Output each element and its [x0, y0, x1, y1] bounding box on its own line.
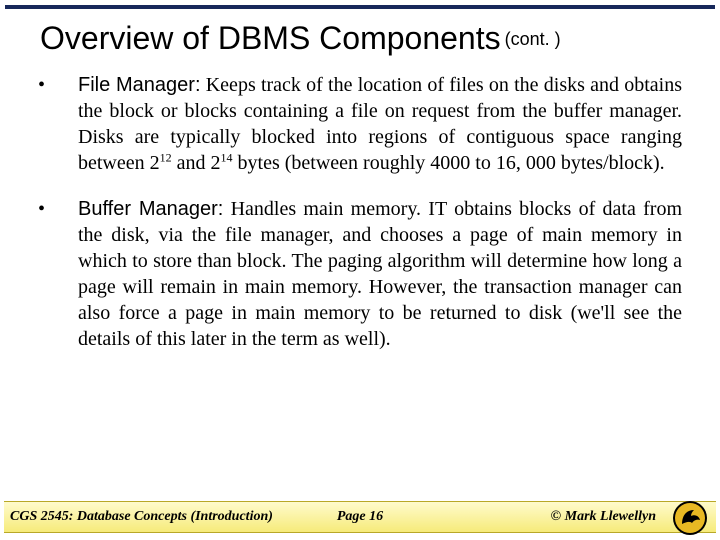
ucf-pegasus-logo-icon	[672, 500, 708, 536]
slide: Overview of DBMS Components (cont. ) • F…	[0, 0, 720, 540]
bullet-item: • File Manager: Keeps track of the locat…	[38, 72, 682, 176]
term-buffer-manager: Buffer Manager:	[78, 198, 223, 220]
title-cont: (cont. )	[505, 29, 561, 49]
footer-bar: CGS 2545: Database Concepts (Introductio…	[4, 501, 716, 533]
text-fragment: Handles main memory. IT obtains blocks o…	[78, 198, 682, 350]
footer-page: Page 16	[337, 509, 383, 525]
slide-body: • File Manager: Keeps track of the locat…	[38, 72, 682, 372]
footer-course: CGS 2545: Database Concepts (Introductio…	[4, 509, 273, 525]
bullet-marker: •	[38, 196, 78, 352]
superscript: 12	[160, 150, 172, 164]
superscript: 14	[221, 150, 233, 164]
bullet-text: Buffer Manager: Handles main memory. IT …	[78, 196, 682, 352]
bullet-marker: •	[38, 72, 78, 176]
top-rule	[5, 5, 715, 9]
slide-title: Overview of DBMS Components (cont. )	[40, 20, 690, 57]
bullet-text: File Manager: Keeps track of the locatio…	[78, 72, 682, 176]
term-file-manager: File Manager:	[78, 74, 201, 96]
text-fragment: bytes (between roughly 4000 to 16, 000 b…	[233, 152, 665, 174]
text-fragment: and 2	[172, 152, 221, 174]
bullet-item: • Buffer Manager: Handles main memory. I…	[38, 196, 682, 352]
title-main: Overview of DBMS Components	[40, 20, 501, 56]
